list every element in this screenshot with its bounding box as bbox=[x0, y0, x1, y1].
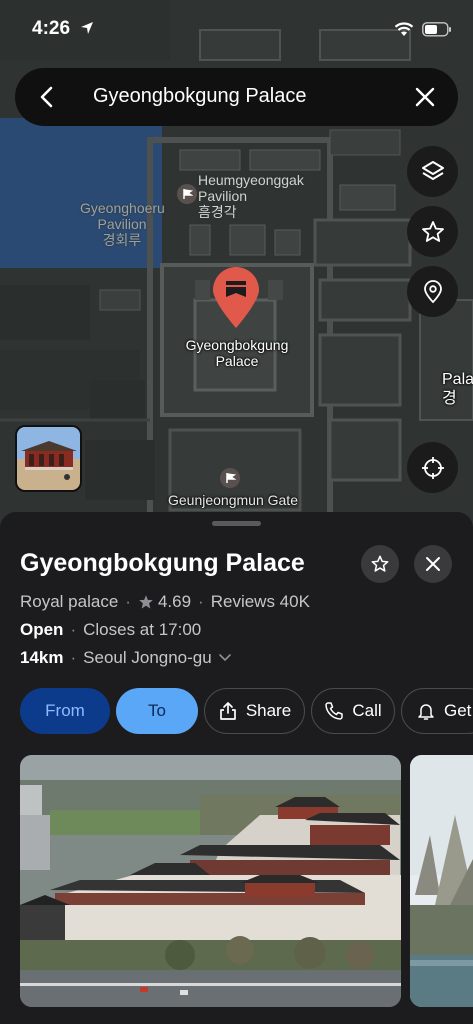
flag-icon bbox=[183, 189, 193, 199]
share-button[interactable]: Share bbox=[204, 688, 305, 734]
map-view[interactable]: 4:26 Gyeongbokgung Palace Gyeonghoeru Pa… bbox=[0, 0, 473, 530]
map-label-gyeongbokgung[interactable]: Gyeongbokgung Palace bbox=[176, 337, 298, 369]
place-details-sheet[interactable]: Gyeongbokgung Palace Royal palace · 4.69… bbox=[0, 512, 473, 1024]
search-bar[interactable]: Gyeongbokgung Palace bbox=[15, 68, 458, 126]
close-icon[interactable] bbox=[414, 86, 436, 108]
rating-value: 4.69 bbox=[157, 592, 192, 611]
street-view-thumbnail[interactable] bbox=[15, 425, 82, 492]
map-label-gyeonghoeru[interactable]: Gyeonghoeru Pavilion 경회루 bbox=[80, 200, 165, 248]
my-location-button[interactable] bbox=[407, 442, 458, 493]
to-button[interactable]: To bbox=[116, 688, 198, 734]
call-label: Call bbox=[352, 701, 382, 720]
map-label-text: Palace bbox=[215, 353, 259, 369]
share-label: Share bbox=[245, 701, 292, 720]
palace-garden-photo bbox=[410, 755, 473, 1007]
favorite-map-button[interactable] bbox=[407, 206, 458, 257]
rating-star-icon bbox=[139, 595, 153, 609]
place-photo-secondary[interactable] bbox=[410, 755, 473, 1007]
map-label-text: Pavilion bbox=[198, 188, 248, 204]
close-sheet-button[interactable] bbox=[414, 545, 452, 583]
save-place-button[interactable] bbox=[361, 545, 399, 583]
category-text: Royal palace bbox=[20, 592, 119, 611]
action-buttons-row: From To Share Call Get bbox=[20, 688, 473, 734]
status-bar: 4:26 bbox=[0, 0, 473, 56]
sheet-grabber[interactable] bbox=[212, 521, 261, 526]
street-view-image bbox=[17, 427, 80, 490]
distance-line[interactable]: 14km · Seoul Jongno-gu bbox=[20, 648, 232, 668]
status-time: 4:26 bbox=[32, 18, 71, 39]
map-label-text: Geunjeongmun Gate bbox=[168, 492, 298, 508]
get-notified-button[interactable]: Get bbox=[401, 688, 473, 734]
close-icon bbox=[426, 557, 440, 571]
poi-marker-heumgyeonggak[interactable] bbox=[177, 184, 197, 204]
selected-place-pin[interactable] bbox=[211, 266, 261, 330]
closing-time: Closes at 17:00 bbox=[83, 620, 202, 639]
wifi-icon bbox=[394, 22, 414, 36]
palace-aerial-photo bbox=[20, 755, 401, 1007]
map-label-text: Pavilion bbox=[97, 216, 147, 232]
map-label-text: Gyeongbokgung bbox=[185, 337, 289, 353]
open-status: Open bbox=[20, 620, 64, 639]
place-title: Gyeongbokgung Palace bbox=[20, 549, 305, 577]
map-label-geunjeongmun[interactable]: Geunjeongmun Gate bbox=[166, 492, 300, 508]
star-icon bbox=[421, 220, 444, 242]
from-button[interactable]: From bbox=[20, 688, 110, 734]
share-icon bbox=[219, 702, 236, 720]
star-icon bbox=[371, 555, 389, 572]
location-arrow-icon bbox=[81, 22, 93, 34]
map-label-text: 흠경각 bbox=[198, 204, 237, 220]
map-label-text: 경회루 bbox=[102, 232, 142, 248]
chevron-down-icon bbox=[218, 654, 231, 662]
poi-marker-geunjeongmun[interactable] bbox=[220, 468, 240, 488]
reviews-link[interactable]: Reviews 40K bbox=[211, 592, 310, 612]
bell-plus-icon bbox=[418, 704, 434, 720]
battery-icon bbox=[422, 22, 451, 37]
map-label-text: Gyeonghoeru bbox=[80, 200, 165, 216]
district-text: Seoul Jongno-gu bbox=[83, 648, 212, 667]
hours-line[interactable]: Open · Closes at 17:00 bbox=[20, 620, 201, 640]
crosshair-icon bbox=[421, 456, 444, 479]
call-button[interactable]: Call bbox=[311, 688, 395, 734]
category-rating-line: Royal palace · 4.69 · Reviews 40K bbox=[20, 592, 310, 612]
search-query[interactable]: Gyeongbokgung Palace bbox=[93, 85, 307, 108]
flag-icon bbox=[226, 473, 236, 483]
map-label-text: 경 bbox=[442, 390, 457, 407]
layers-button[interactable] bbox=[407, 146, 458, 197]
back-chevron-icon[interactable] bbox=[37, 85, 59, 109]
map-label-heumgyeonggak[interactable]: Heumgyeonggak Pavilion 흠경각 bbox=[198, 172, 304, 220]
map-label-edge[interactable]: Pala 경 bbox=[442, 370, 473, 408]
get-label: Get bbox=[444, 701, 472, 720]
distance-value: 14km bbox=[20, 648, 64, 667]
map-label-text: Heumgyeonggak bbox=[198, 172, 304, 188]
phone-icon bbox=[325, 702, 344, 720]
place-photo-main[interactable] bbox=[20, 755, 401, 1007]
map-pin-icon bbox=[423, 279, 442, 303]
layers-icon bbox=[421, 160, 444, 180]
map-label-text: Pala bbox=[442, 371, 473, 388]
pin-location-button[interactable] bbox=[407, 266, 458, 317]
